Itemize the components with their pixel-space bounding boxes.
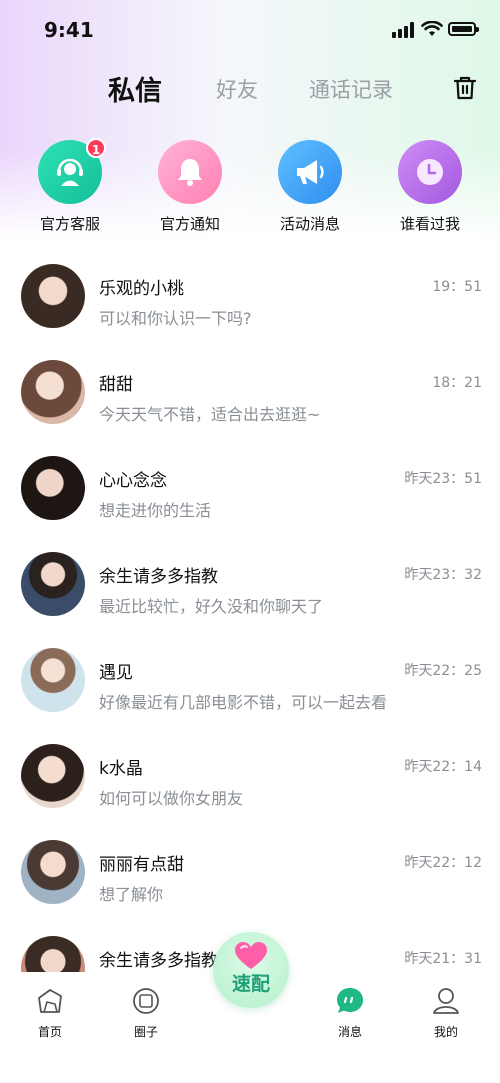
- nav-label: 圈子: [133, 1025, 158, 1039]
- conversation-row[interactable]: 心心念念 想走进你的生活 昨天23：51: [0, 440, 500, 536]
- match-label: 速配: [231, 973, 270, 995]
- quick-label: 谁看过我: [399, 215, 460, 233]
- avatar: [21, 936, 85, 972]
- customer-service-icon: 1: [38, 138, 106, 204]
- quick-official-notice[interactable]: 官方通知: [135, 140, 245, 234]
- contact-name: 余生请多多指教: [99, 951, 218, 971]
- avatar: [21, 456, 85, 520]
- status-time: 9:41: [44, 18, 94, 42]
- quick-customer-service[interactable]: 1 官方客服: [15, 138, 125, 234]
- home-icon: [38, 989, 62, 1013]
- message-preview: 好像最近有几部电影不错，可以一起去看: [99, 693, 388, 712]
- quick-label: 官方客服: [39, 215, 100, 233]
- quick-activity-messages[interactable]: 活动消息: [255, 140, 365, 234]
- quick-visitors[interactable]: 谁看过我: [375, 140, 485, 234]
- chat-bubble-icon: [337, 988, 363, 1013]
- conversation-row[interactable]: 遇见 好像最近有几部电影不错，可以一起去看 昨天22：25: [0, 632, 500, 728]
- bottom-navigation: 首页 圈子 速配 消息 我的: [0, 932, 500, 1083]
- avatar: [21, 744, 85, 808]
- battery-icon: [448, 22, 479, 36]
- contact-name: k水晶: [99, 759, 143, 779]
- megaphone-icon: [278, 140, 342, 204]
- message-preview: 今天天气不错，适合出去逛逛~: [99, 405, 321, 424]
- contact-name: 乐观的小桃: [99, 279, 184, 299]
- message-preview: 最近比较忙，好久没和你聊天了: [99, 597, 324, 616]
- wifi-icon: [421, 21, 443, 36]
- clock-icon: [398, 140, 462, 204]
- conversation-row[interactable]: 甜甜 今天天气不错，适合出去逛逛~ 18：21: [0, 344, 500, 440]
- profile-icon: [433, 988, 459, 1014]
- conversation-row[interactable]: 丽丽有点甜 想了解你 昨天22：12: [0, 824, 500, 920]
- conversation-row[interactable]: 乐观的小桃 可以和你认识一下吗? 19：51: [0, 248, 500, 344]
- nav-home[interactable]: 首页: [10, 986, 90, 1040]
- nav-label: 我的: [433, 1025, 458, 1039]
- tab-call-records[interactable]: 通话记录: [309, 74, 393, 104]
- avatar: [21, 360, 85, 424]
- message-time: 昨天23：32: [404, 567, 482, 583]
- signal-icon: [392, 22, 414, 38]
- message-preview: 想走进你的生活: [99, 501, 212, 520]
- nav-me[interactable]: 我的: [406, 986, 486, 1040]
- tab-private-messages[interactable]: 私信: [108, 69, 162, 108]
- unread-badge: 1: [86, 138, 106, 158]
- heart-icon: [235, 942, 267, 969]
- quick-entries: 1 官方客服 官方通知 活动消息 谁看过我: [0, 138, 500, 240]
- bell-icon: [158, 140, 222, 204]
- tab-friends[interactable]: 好友: [216, 74, 258, 104]
- contact-name: 心心念念: [99, 471, 167, 491]
- conversation-row[interactable]: k水晶 如何可以做你女朋友 昨天22：14: [0, 728, 500, 824]
- quick-label: 官方通知: [159, 215, 220, 233]
- message-preview: 可以和你认识一下吗?: [99, 309, 252, 328]
- nav-quick-match[interactable]: 速配: [213, 932, 289, 1008]
- contact-name: 甜甜: [99, 375, 133, 395]
- message-preview: 如何可以做你女朋友: [99, 789, 244, 808]
- nav-label: 首页: [37, 1025, 62, 1039]
- trash-icon[interactable]: [453, 75, 477, 101]
- message-time: 昨天21：31: [404, 951, 482, 967]
- contact-name: 遇见: [99, 663, 133, 683]
- message-time: 18：21: [432, 375, 482, 391]
- contact-name: 余生请多多指教: [99, 567, 218, 587]
- message-time: 昨天22：14: [404, 759, 482, 775]
- message-time: 昨天22：25: [404, 663, 482, 679]
- contact-name: 丽丽有点甜: [99, 855, 184, 875]
- conversation-row[interactable]: 余生请多多指教 最近比较忙，好久没和你聊天了 昨天23：32: [0, 536, 500, 632]
- circle-icon: [133, 988, 159, 1014]
- nav-circle[interactable]: 圈子: [106, 986, 186, 1040]
- nav-messages[interactable]: 消息: [310, 986, 390, 1040]
- avatar: [21, 648, 85, 712]
- conversation-list: 乐观的小桃 可以和你认识一下吗? 19：51 甜甜 今天天气不错，适合出去逛逛~…: [0, 248, 500, 972]
- message-tabs: 私信 好友 通话记录: [0, 66, 500, 110]
- message-time: 19：51: [432, 279, 482, 295]
- avatar: [21, 264, 85, 328]
- nav-label: 消息: [337, 1025, 362, 1039]
- message-preview: 想了解你: [99, 885, 164, 904]
- message-time: 昨天22：12: [404, 855, 482, 871]
- avatar: [21, 840, 85, 904]
- avatar: [21, 552, 85, 616]
- quick-label: 活动消息: [279, 215, 340, 233]
- message-time: 昨天23：51: [404, 471, 482, 487]
- status-bar: 9:41: [0, 0, 500, 60]
